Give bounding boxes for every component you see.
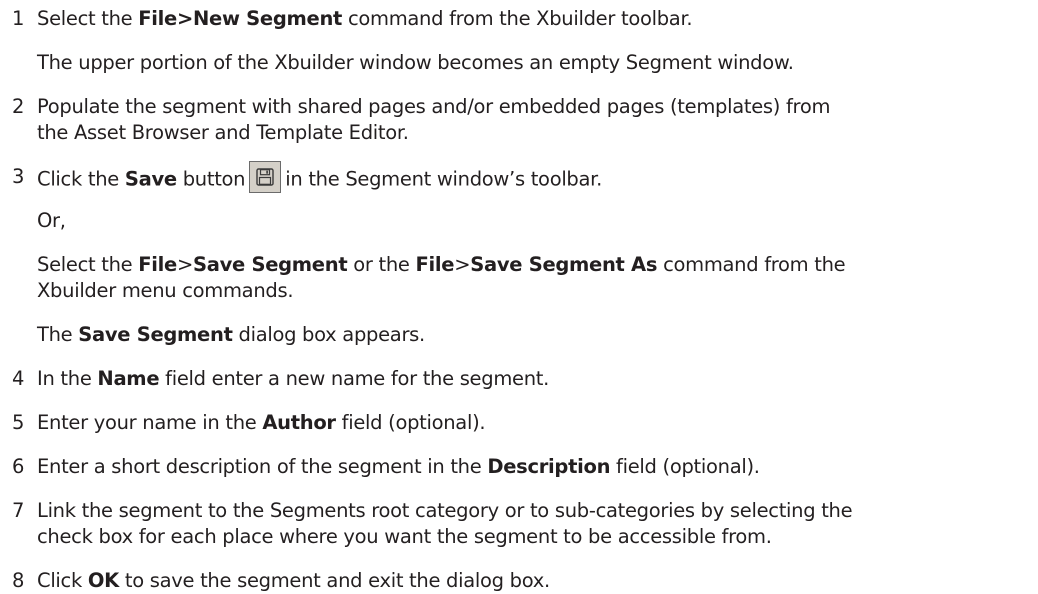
step-text: Populate the segment with shared pages a… [37, 95, 831, 118]
step-number: 6 [12, 455, 25, 478]
or-text: Or, [37, 209, 66, 232]
save-button[interactable] [249, 161, 282, 193]
step-text: Enter your name in the Author field (opt… [37, 411, 486, 434]
procedure-document: 1 Select the File>New Segment command fr… [0, 0, 1038, 593]
save-icon [256, 168, 274, 186]
step-text: Click the Save button in the Segment wind… [37, 161, 602, 196]
result-text: The upper portion of the Xbuilder window… [37, 51, 794, 74]
step-text: the Asset Browser and Template Editor. [37, 121, 409, 144]
step-number: 1 [12, 7, 25, 30]
step-text: check box for each place where you want … [37, 525, 772, 548]
result-text: The Save Segment dialog box appears. [37, 323, 425, 346]
step-text: Xbuilder menu commands. [37, 279, 294, 302]
step-number: 2 [12, 95, 25, 118]
step-text: In the Name field enter a new name for t… [37, 367, 550, 390]
step-number: 7 [12, 499, 25, 522]
step-number: 3 [12, 165, 25, 188]
step-text: Link the segment to the Segments root ca… [37, 499, 853, 522]
step-number: 4 [12, 367, 25, 390]
step-text: Click OK to save the segment and exit th… [37, 569, 550, 592]
step-text: Enter a short description of the segment… [37, 455, 760, 478]
step-text: Select the File>New Segment command from… [37, 7, 693, 30]
step-text: Select the File>Save Segment or the File… [37, 253, 846, 276]
step-number: 8 [12, 569, 25, 592]
step-number: 5 [12, 411, 25, 434]
